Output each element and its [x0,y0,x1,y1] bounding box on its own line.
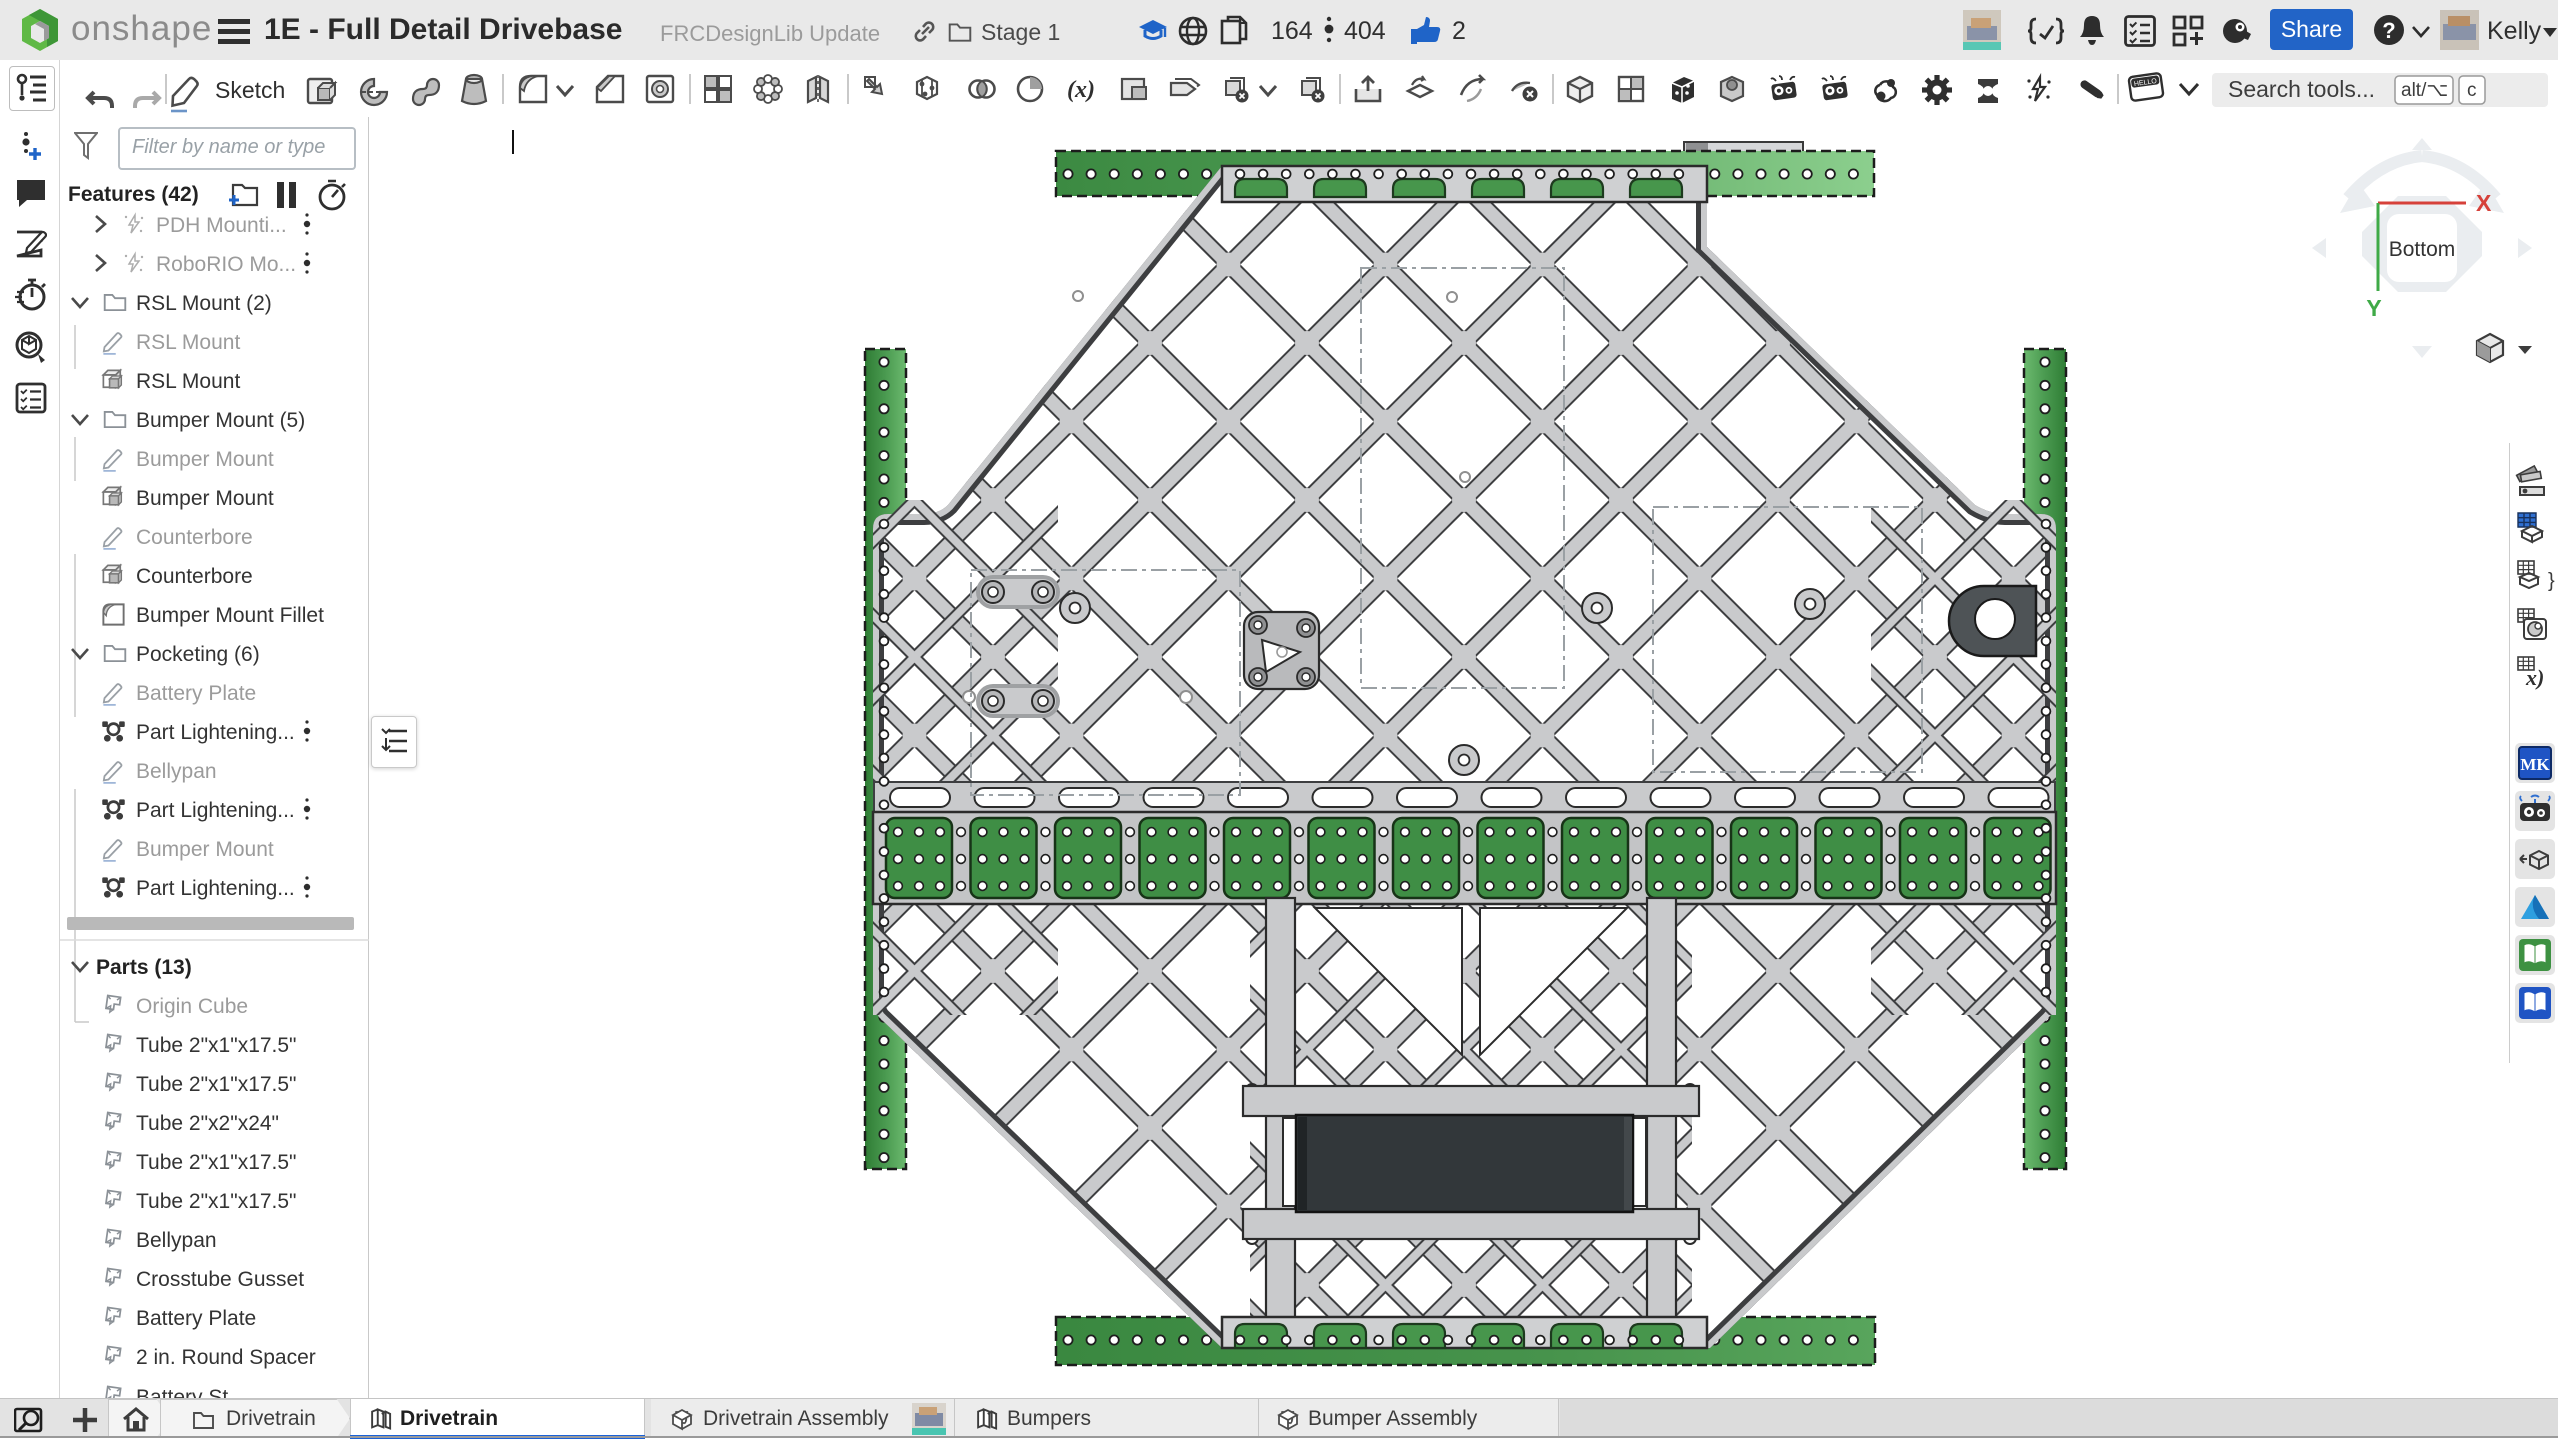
svg-text:Bottom: Bottom [2389,238,2456,261]
svg-text:alt/⌥: alt/⌥ [2401,80,2448,101]
svg-text:Parts (13): Parts (13) [96,956,192,979]
svg-text:Bumper Mount Fillet: Bumper Mount Fillet [136,604,324,627]
svg-text:Sketch: Sketch [215,77,285,103]
svg-text:Tube 2"x1"x17.5": Tube 2"x1"x17.5" [136,1190,297,1213]
svg-text:Bumper Mount: Bumper Mount [136,838,274,861]
svg-text:X: X [2476,190,2492,216]
svg-text:(x): (x) [1067,77,1095,103]
svg-text:RoboRIO Mo...: RoboRIO Mo... [156,253,296,276]
svg-text:Bumper Mount: Bumper Mount [136,448,274,471]
svg-text:Part Lightening...: Part Lightening... [136,799,295,822]
svg-text:Bumper Mount: Bumper Mount [136,487,274,510]
svg-text:Crosstube Gusset: Crosstube Gusset [136,1268,304,1291]
svg-text:Tube 2"x1"x17.5": Tube 2"x1"x17.5" [136,1073,297,1096]
svg-text:Search tools...: Search tools... [2228,76,2375,102]
svg-text:?: ? [2382,18,2395,43]
svg-text:Bellypan: Bellypan [136,760,217,783]
svg-text:Counterbore: Counterbore [136,526,253,549]
svg-text:Y: Y [2366,295,2381,321]
svg-text:MK: MK [2520,755,2550,774]
svg-text:Counterbore: Counterbore [136,565,253,588]
svg-text:c: c [2467,80,2477,101]
svg-text:Battery Plate: Battery Plate [136,682,256,705]
svg-text:Part Lightening...: Part Lightening... [136,877,295,900]
svg-text:Pocketing (6): Pocketing (6) [136,643,260,666]
svg-text:Origin Cube: Origin Cube [136,995,248,1018]
svg-text:RSL Mount (2): RSL Mount (2) [136,292,272,315]
svg-text:RSL Mount: RSL Mount [136,331,240,354]
svg-text:Battery Plate: Battery Plate [136,1307,256,1330]
svg-text:PDH Mounti...: PDH Mounti... [156,214,287,237]
svg-text:Bellypan: Bellypan [136,1229,217,1252]
svg-text:Bumper Mount (5): Bumper Mount (5) [136,409,305,432]
svg-text:Tube 2"x1"x17.5": Tube 2"x1"x17.5" [136,1034,297,1057]
svg-text:}: } [2548,570,2555,592]
svg-text:Tube 2"x2"x24": Tube 2"x2"x24" [136,1112,279,1135]
svg-text:2 in. Round Spacer: 2 in. Round Spacer [136,1346,316,1369]
svg-text:Battery St: Battery St [136,1386,228,1398]
svg-text:RSL Mount: RSL Mount [136,370,240,393]
svg-text:Part Lightening...: Part Lightening... [136,721,295,744]
svg-text:x): x) [2525,665,2544,690]
svg-text:Tube 2"x1"x17.5": Tube 2"x1"x17.5" [136,1151,297,1174]
